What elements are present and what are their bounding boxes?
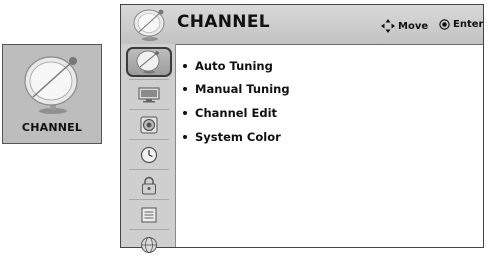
- enter-label: Enter: [453, 19, 484, 30]
- move-arrows-icon: [381, 19, 395, 33]
- sidebar-item-channel[interactable]: [126, 47, 172, 77]
- menu-item-label: Channel Edit: [195, 105, 278, 120]
- sidebar-item-lock[interactable]: [131, 174, 167, 196]
- menu-item-manual-tuning[interactable]: Manual Tuning: [183, 78, 290, 102]
- menu-item-auto-tuning[interactable]: Auto Tuning: [183, 54, 290, 78]
- sidebar-item-network[interactable]: [131, 234, 167, 256]
- monitor-icon: [138, 87, 160, 103]
- lock-icon: [142, 176, 156, 194]
- sidebar-item-time[interactable]: [131, 144, 167, 166]
- page-title: CHANNEL: [177, 12, 270, 32]
- move-hint: Move: [381, 19, 428, 33]
- options-icon: [141, 207, 157, 223]
- menu-item-system-color[interactable]: System Color: [183, 125, 290, 149]
- category-sidebar: [121, 44, 176, 253]
- sidebar-item-picture[interactable]: [131, 84, 167, 106]
- enter-hint: Enter: [439, 19, 483, 30]
- channel-tile[interactable]: CHANNEL: [2, 44, 102, 144]
- bullet: [183, 87, 187, 92]
- move-label: Move: [398, 20, 429, 32]
- menu-item-channel-edit[interactable]: Channel Edit: [183, 101, 290, 125]
- network-icon: [141, 237, 157, 253]
- ok-button-icon: [439, 19, 450, 30]
- menu-header: CHANNEL Move Enter: [121, 5, 483, 45]
- speaker-icon: [140, 116, 158, 134]
- bullet: [183, 134, 187, 139]
- tile-label: CHANNEL: [21, 121, 83, 134]
- bullet: [183, 110, 187, 115]
- satellite-dish-icon: [133, 9, 165, 41]
- sidebar-item-audio[interactable]: [131, 114, 167, 136]
- satellite-dish-icon: [136, 50, 160, 74]
- bullet: [183, 63, 187, 68]
- satellite-dish-icon: [24, 56, 78, 114]
- clock-icon: [140, 146, 158, 164]
- menu-item-label: System Color: [195, 129, 281, 144]
- sidebar-item-option[interactable]: [131, 204, 167, 226]
- menu-item-label: Auto Tuning: [195, 58, 273, 73]
- menu-item-label: Manual Tuning: [195, 82, 290, 97]
- channel-menu: CHANNEL Move Enter Auto Tuning Manual Tu…: [120, 4, 484, 253]
- channel-menu-list: Auto Tuning Manual Tuning Channel Edit S…: [183, 54, 290, 148]
